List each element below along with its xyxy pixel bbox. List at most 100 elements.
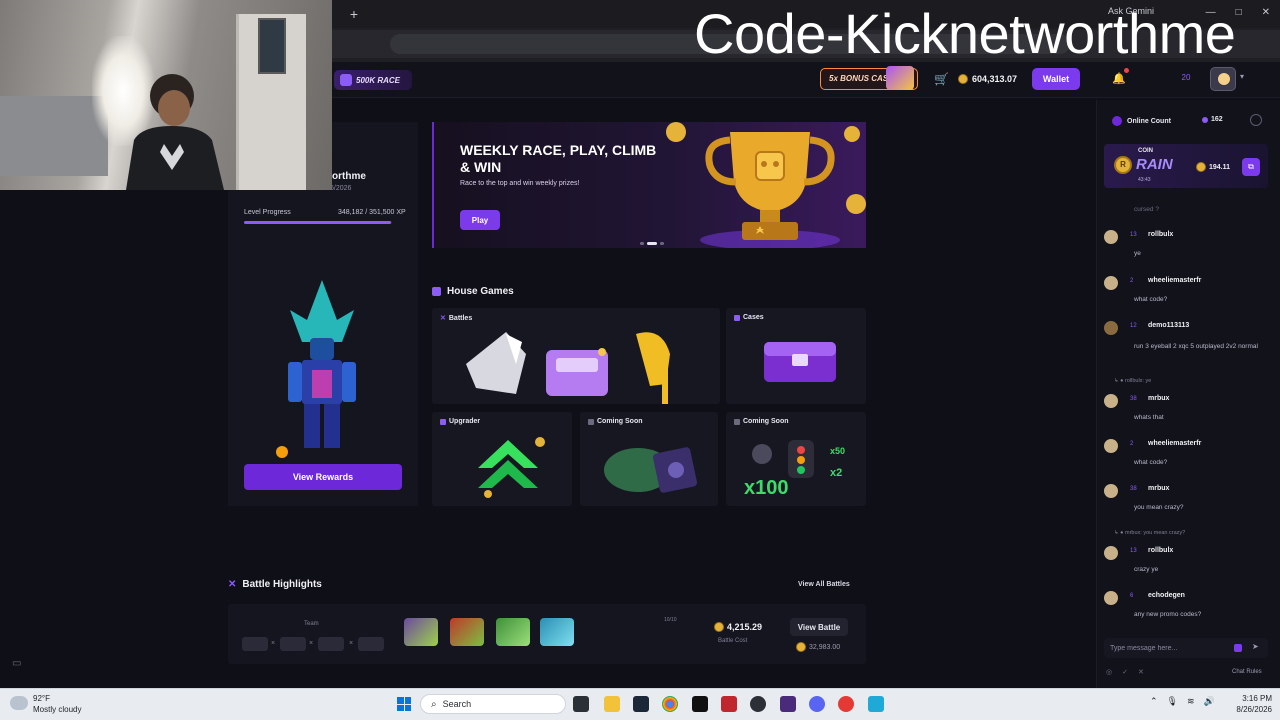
new-tab-button[interactable]: + xyxy=(346,6,362,22)
chat-username[interactable]: wheeliemasterfr xyxy=(1148,277,1201,284)
wifi-icon[interactable]: ≋ xyxy=(1187,696,1195,707)
steam-icon[interactable] xyxy=(633,696,649,712)
twitter-icon[interactable]: ✓ xyxy=(1122,668,1128,676)
tile-battles[interactable]: ✕ Battles xyxy=(432,308,720,404)
tile-label: ✕ Battles xyxy=(440,314,473,323)
file-explorer-icon[interactable] xyxy=(604,696,620,712)
rain-label: RAIN xyxy=(1136,156,1173,173)
chat-social-links: ◎ ✓ ✕ xyxy=(1106,668,1144,676)
chat-reply-line: ↳ ● mrbux: you mean crazy? xyxy=(1114,530,1186,536)
kick-icon[interactable]: ✕ xyxy=(1138,668,1144,676)
race-banner-link[interactable]: 500K RACE xyxy=(334,70,412,90)
chat-username[interactable]: wheeliemasterfr xyxy=(1148,440,1201,447)
clock-date[interactable]: 8/26/2026 xyxy=(1210,705,1272,714)
system-tray: ⌃ 🎙 ≋ 🔊 xyxy=(1150,696,1215,707)
weather-description[interactable]: Mostly cloudy xyxy=(33,705,81,714)
mic-icon[interactable]: 🎙 xyxy=(1167,696,1178,707)
house-icon xyxy=(432,287,441,296)
webcam-picture-frame xyxy=(258,18,286,74)
chat-system-line: cursed ? xyxy=(1134,206,1159,213)
close-button[interactable]: ✕ xyxy=(1262,7,1270,18)
cart-icon[interactable]: 🛒 xyxy=(934,72,949,86)
weather-temperature[interactable]: 92°F xyxy=(33,694,50,703)
avatar[interactable] xyxy=(1104,439,1118,453)
chat-level: 13 xyxy=(1130,548,1137,554)
view-all-battles-link[interactable]: View All Battles xyxy=(798,581,850,588)
view-rewards-button[interactable]: View Rewards xyxy=(244,464,402,490)
avatar[interactable] xyxy=(1104,546,1118,560)
race-icon xyxy=(340,74,352,86)
app-icon[interactable] xyxy=(780,696,796,712)
chat-reply-line: ↳ ● rollbulx: ye xyxy=(1114,378,1152,384)
chrome-icon[interactable] xyxy=(662,696,678,712)
chat-username[interactable]: mrbux xyxy=(1148,395,1169,402)
app-icon[interactable] xyxy=(721,696,737,712)
avatar[interactable] xyxy=(1104,591,1118,605)
chat-text: what code? xyxy=(1134,459,1168,466)
chat-level: 2 xyxy=(1130,441,1134,447)
avatar[interactable] xyxy=(1104,484,1118,498)
chat-username[interactable]: mrbux xyxy=(1148,485,1169,492)
avatar[interactable] xyxy=(1104,230,1118,244)
vs-icon: × xyxy=(309,640,314,647)
chevron-down-icon[interactable]: ▾ xyxy=(1240,72,1244,81)
chat-level: 38 xyxy=(1130,396,1137,402)
carousel-dot[interactable] xyxy=(660,242,664,245)
avatar[interactable] xyxy=(1210,67,1236,91)
discord-icon[interactable] xyxy=(809,696,825,712)
house-games-title: House Games xyxy=(447,286,514,297)
round-count: 10/10 xyxy=(664,617,677,623)
app-icon[interactable] xyxy=(868,696,884,712)
carousel-dot[interactable] xyxy=(640,242,644,245)
case-thumbnail xyxy=(404,618,438,646)
chat-username[interactable]: echodegen xyxy=(1148,592,1185,599)
swords-icon: ✕ xyxy=(440,315,446,322)
clock-time[interactable]: 3:16 PM xyxy=(1210,694,1272,703)
cloud-icon[interactable] xyxy=(10,696,28,710)
view-battle-button[interactable]: View Battle xyxy=(790,618,848,636)
carousel-dot-active[interactable] xyxy=(647,242,657,245)
discord-icon[interactable]: ◎ xyxy=(1106,668,1112,676)
race-banner-title: WEEKLY RACE, PLAY, CLIMB & WIN xyxy=(460,142,657,175)
emoji-icon[interactable] xyxy=(1234,644,1242,652)
app-icon[interactable] xyxy=(750,696,766,712)
chevron-up-icon[interactable]: ⌃ xyxy=(1150,696,1158,707)
online-icon xyxy=(1112,116,1122,126)
rain-join-button[interactable]: ⧉ xyxy=(1242,158,1260,176)
player-slot xyxy=(280,637,306,651)
rain-timer: 43:43 xyxy=(1138,177,1151,183)
chat-username[interactable]: rollbulx xyxy=(1148,547,1173,554)
tile-upgrader[interactable]: Upgrader xyxy=(432,412,572,506)
play-button[interactable]: Play xyxy=(460,210,500,230)
chat-rules-link[interactable]: Chat Rules xyxy=(1232,669,1262,675)
race-banner-subtitle: Race to the top and win weekly prizes! xyxy=(460,180,580,187)
windows-start-button[interactable] xyxy=(397,697,411,711)
terminal-icon[interactable] xyxy=(692,696,708,712)
level-progress-fill xyxy=(244,221,391,224)
taskbar-search[interactable]: ⌕ Search xyxy=(420,694,566,714)
chat-level: 38 xyxy=(1130,486,1137,492)
app-icon[interactable] xyxy=(838,696,854,712)
task-view-icon[interactable] xyxy=(573,696,589,712)
send-icon[interactable]: ➤ xyxy=(1252,642,1259,651)
avatar[interactable] xyxy=(1104,394,1118,408)
chat-bubble-icon[interactable]: ▭ xyxy=(12,658,28,672)
balance-display[interactable]: 604,313.07 xyxy=(958,70,1024,88)
avatar[interactable] xyxy=(1104,321,1118,335)
chat-username[interactable]: demo113113 xyxy=(1148,322,1189,329)
maximize-button[interactable]: □ xyxy=(1236,7,1242,18)
wallet-button[interactable]: Wallet xyxy=(1032,68,1080,90)
tile-cases[interactable]: Cases xyxy=(726,308,866,404)
chat-text: whats that xyxy=(1134,414,1164,421)
avatar[interactable] xyxy=(1104,276,1118,290)
case-thumbnail xyxy=(540,618,574,646)
chat-text: ye xyxy=(1134,250,1141,257)
bell-icon[interactable]: 🔔 xyxy=(1112,72,1126,85)
search-icon: ⌕ xyxy=(431,698,437,710)
chat-options-icon[interactable] xyxy=(1250,114,1262,126)
chat-username[interactable]: rollbulx xyxy=(1148,231,1173,238)
chat-text: what code? xyxy=(1134,296,1168,303)
online-dot xyxy=(1202,116,1208,123)
chat-message-input[interactable] xyxy=(1104,638,1268,658)
coin-icon xyxy=(714,622,724,632)
